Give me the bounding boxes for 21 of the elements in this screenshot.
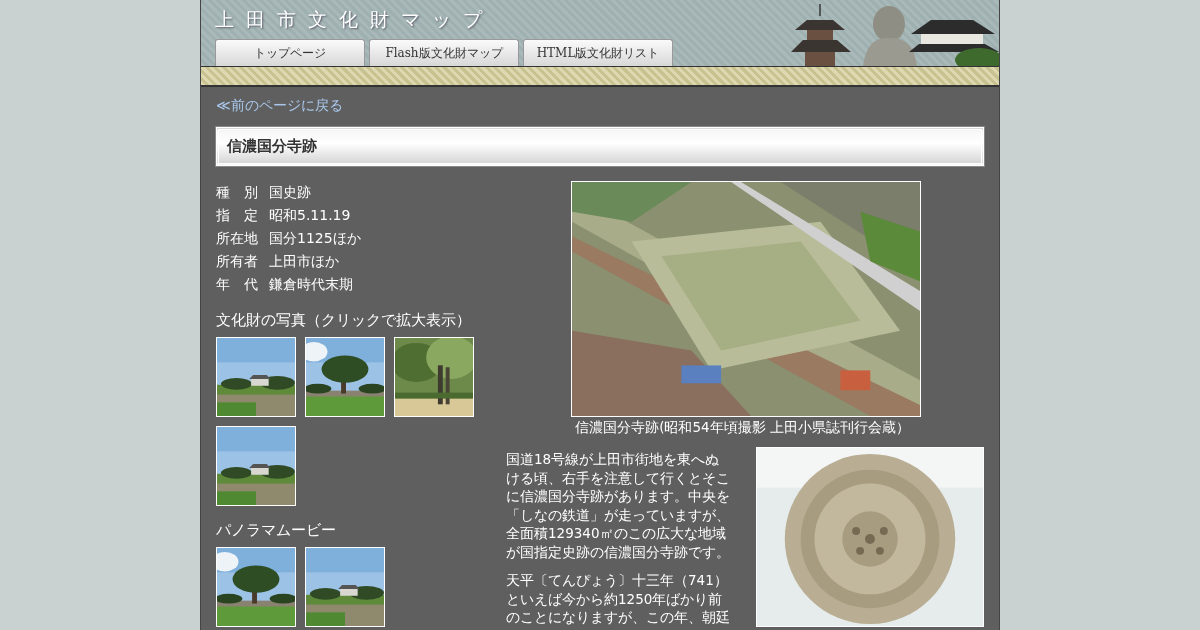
site-title: 上田市文化財マップ (215, 7, 495, 32)
info-label: 年 代 (216, 275, 259, 294)
section-title: 文化財の写真（クリックで拡大表示） (216, 311, 472, 330)
info-label: 種 別 (216, 183, 259, 202)
back-link[interactable]: ≪前のページに戻る (216, 97, 343, 115)
info-label: 所在地 (216, 229, 259, 248)
info-value: 昭和5.11.19 (269, 206, 351, 225)
info-label: 指 定 (216, 206, 259, 225)
info-value: 上田市ほか (269, 252, 339, 271)
info-value: 国分1125ほか (269, 229, 361, 248)
info-value: 鎌倉時代末期 (269, 275, 353, 294)
paragraph: 天平〔てんぴょう〕十三年（741） といえば今から約1250年ばかり前 のことになりますが、この年、朝廷 (506, 571, 731, 627)
info-value: 国史跡 (269, 183, 311, 202)
paragraph: 国道18号線が上田市街地を東へぬ ける頃、右手を注意して行くとそこ に信濃国分寺跡があります。中央を 「しなの鉄道」が走っていますが、 全面積129340㎡のこの広大な地域 が国指定史跡の信濃国分寺跡です。 (506, 450, 731, 561)
photo-caption: 信濃国分寺跡(昭和54年頃撮影 上田小県誌刊行会蔵） (575, 419, 910, 437)
info-label: 所有者 (216, 252, 259, 271)
nav-tab[interactable]: Flash版文化財マップ (369, 39, 519, 66)
section-title: パノラマムービー (216, 521, 337, 540)
nav-tab[interactable]: トップページ (215, 39, 365, 66)
nav-tab[interactable]: HTML版文化財リスト (523, 39, 673, 66)
page-heading: 信濃国分寺跡 (216, 127, 984, 166)
